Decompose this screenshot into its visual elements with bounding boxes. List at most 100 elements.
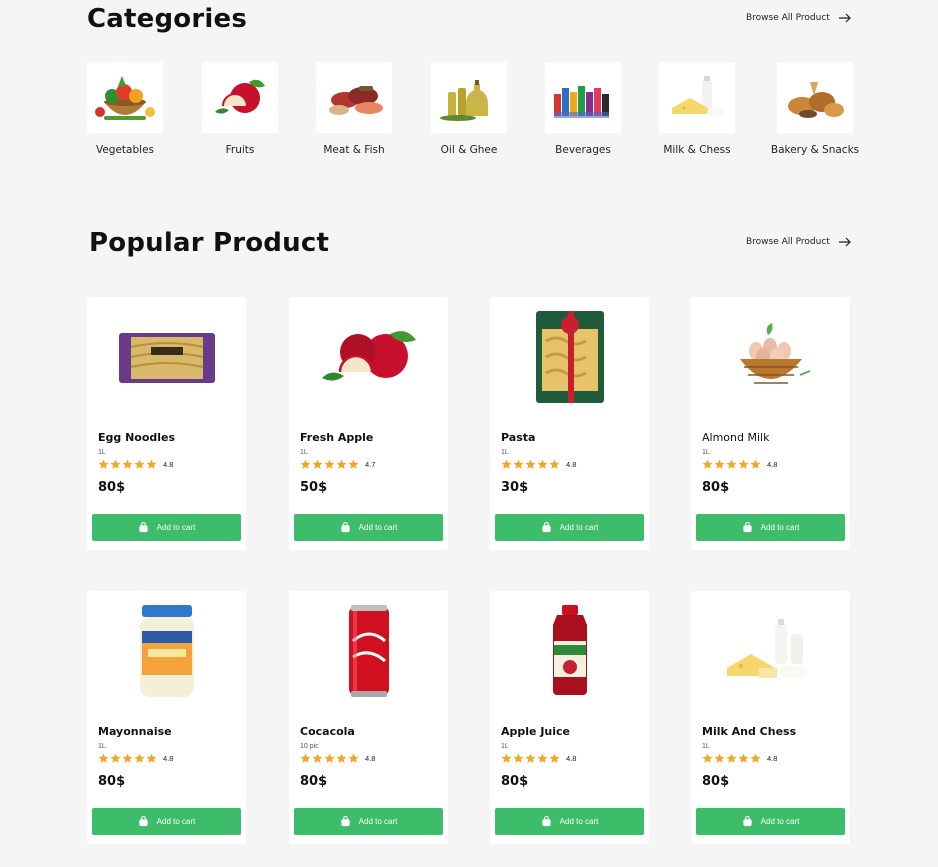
cart-bag-icon xyxy=(743,816,752,827)
product-unit: 10 pic xyxy=(300,743,319,750)
product-price: 80$ xyxy=(98,774,126,789)
pasta-bag-icon xyxy=(535,311,604,403)
product-image xyxy=(289,591,448,711)
cart-bag-icon xyxy=(139,816,148,827)
category-tile xyxy=(431,62,507,133)
star-icon xyxy=(549,753,560,763)
category-bakery-snacks[interactable]: Bakery & Snacks xyxy=(760,62,870,156)
add-to-cart-label: Add to cart xyxy=(559,817,599,826)
add-to-cart-button[interactable]: Add to cart xyxy=(495,514,644,541)
product-unit: 1L xyxy=(300,449,308,456)
star-icon xyxy=(110,459,121,469)
rating-value: 4.8 xyxy=(163,754,174,763)
product-name: Mayonnaise xyxy=(98,725,172,738)
product-card-cocacola[interactable]: Cocacola 10 pic 4.8 80$ Add to cart xyxy=(289,591,448,844)
product-unit: 1L xyxy=(98,449,106,456)
star-icon xyxy=(110,753,121,763)
cart-bag-icon xyxy=(542,522,551,533)
browse-all-products-link[interactable]: Browse All Product xyxy=(746,237,851,247)
star-icon xyxy=(537,459,548,469)
star-icon xyxy=(726,753,737,763)
product-name: Milk And Chess xyxy=(702,725,797,738)
popular-product-title: Popular Product xyxy=(89,228,330,258)
rating-value: 4.8 xyxy=(566,754,577,763)
category-tile xyxy=(659,62,735,133)
star-icon xyxy=(537,753,548,763)
product-name: Fresh Apple xyxy=(300,431,374,444)
category-vegetables[interactable]: Vegetables xyxy=(70,62,180,156)
product-image xyxy=(490,297,649,417)
product-price: 80$ xyxy=(300,774,328,789)
product-card-milk-and-chess[interactable]: Milk And Chess 1L 4.8 80$ Add to cart xyxy=(691,591,850,844)
star-icon xyxy=(525,753,536,763)
category-beverages[interactable]: Beverages xyxy=(528,62,638,156)
star-icon xyxy=(324,753,335,763)
star-icon xyxy=(750,753,761,763)
category-label: Beverages xyxy=(555,144,611,156)
product-rating: 4.8 xyxy=(702,459,777,470)
product-name: Apple Juice xyxy=(501,725,570,738)
product-name: Egg Noodles xyxy=(98,431,176,444)
product-unit: 1L xyxy=(501,743,509,750)
star-icon xyxy=(312,753,323,763)
rating-value: 4.8 xyxy=(566,460,577,469)
juice-bottle-icon xyxy=(552,605,587,695)
browse-all-label: Browse All Product xyxy=(746,237,830,247)
cart-bag-icon xyxy=(139,522,148,533)
category-milk-chess[interactable]: Milk & Chess xyxy=(642,62,752,156)
product-price: 30$ xyxy=(501,480,529,495)
star-icon xyxy=(726,459,737,469)
star-icon xyxy=(312,459,323,469)
category-oil-ghee[interactable]: Oil & Ghee xyxy=(414,62,524,156)
product-rating: 4.8 xyxy=(501,459,576,470)
add-to-cart-button[interactable]: Add to cart xyxy=(92,808,241,835)
add-to-cart-button[interactable]: Add to cart xyxy=(495,808,644,835)
product-card-egg-noodles[interactable]: Egg Noodles 1L 4.8 80$ Add to cart xyxy=(87,297,246,550)
category-tile xyxy=(316,62,392,133)
egg-basket-icon xyxy=(739,323,810,384)
star-icon xyxy=(738,753,749,763)
product-card-fresh-apple[interactable]: Fresh Apple 1L 4.7 50$ Add to cart xyxy=(289,297,448,550)
product-image xyxy=(691,591,850,711)
product-price: 80$ xyxy=(702,480,730,495)
category-label: Oil & Ghee xyxy=(440,144,498,156)
product-card-almond-milk[interactable]: Almond Milk 1L 4.8 80$ Add to cart xyxy=(691,297,850,550)
product-rating: 4.8 xyxy=(300,753,375,764)
category-meat-fish[interactable]: Meat & Fish xyxy=(299,62,409,156)
star-icon xyxy=(702,459,713,469)
product-rating: 4.8 xyxy=(98,753,173,764)
product-card-mayonnaise[interactable]: Mayonnaise 1L 4.8 80$ Add to cart xyxy=(87,591,246,844)
star-icon xyxy=(525,459,536,469)
add-to-cart-button[interactable]: Add to cart xyxy=(696,808,845,835)
category-tile xyxy=(545,62,621,133)
product-rating: 4.8 xyxy=(501,753,576,764)
cart-bag-icon xyxy=(542,816,551,827)
add-to-cart-button[interactable]: Add to cart xyxy=(294,808,443,835)
add-to-cart-button[interactable]: Add to cart xyxy=(696,514,845,541)
product-image xyxy=(691,297,850,417)
product-unit: 1L xyxy=(702,743,710,750)
add-to-cart-label: Add to cart xyxy=(559,523,599,532)
browse-all-label: Browse All Product xyxy=(746,13,830,23)
add-to-cart-button[interactable]: Add to cart xyxy=(92,514,241,541)
product-card-apple-juice[interactable]: Apple Juice 1L 4.8 80$ Add to cart xyxy=(490,591,649,844)
star-icon xyxy=(714,753,725,763)
category-fruits[interactable]: Fruits xyxy=(185,62,295,156)
browse-all-categories-link[interactable]: Browse All Product xyxy=(746,13,851,23)
star-icon xyxy=(348,753,359,763)
product-name: Almond Milk xyxy=(702,431,770,444)
meat-fish-icon xyxy=(329,85,383,115)
star-icon xyxy=(98,753,109,763)
product-image xyxy=(87,591,246,711)
add-to-cart-button[interactable]: Add to cart xyxy=(294,514,443,541)
star-icon xyxy=(134,459,145,469)
cart-bag-icon xyxy=(743,522,752,533)
bread-icon xyxy=(788,81,844,118)
rating-value: 4.8 xyxy=(365,754,376,763)
beverage-bottles-icon xyxy=(554,85,609,118)
product-card-pasta[interactable]: Pasta 1L 4.8 30$ Add to cart xyxy=(490,297,649,550)
product-price: 50$ xyxy=(300,480,328,495)
product-rating: 4.8 xyxy=(98,459,173,470)
add-to-cart-label: Add to cart xyxy=(760,523,800,532)
star-icon xyxy=(122,753,133,763)
